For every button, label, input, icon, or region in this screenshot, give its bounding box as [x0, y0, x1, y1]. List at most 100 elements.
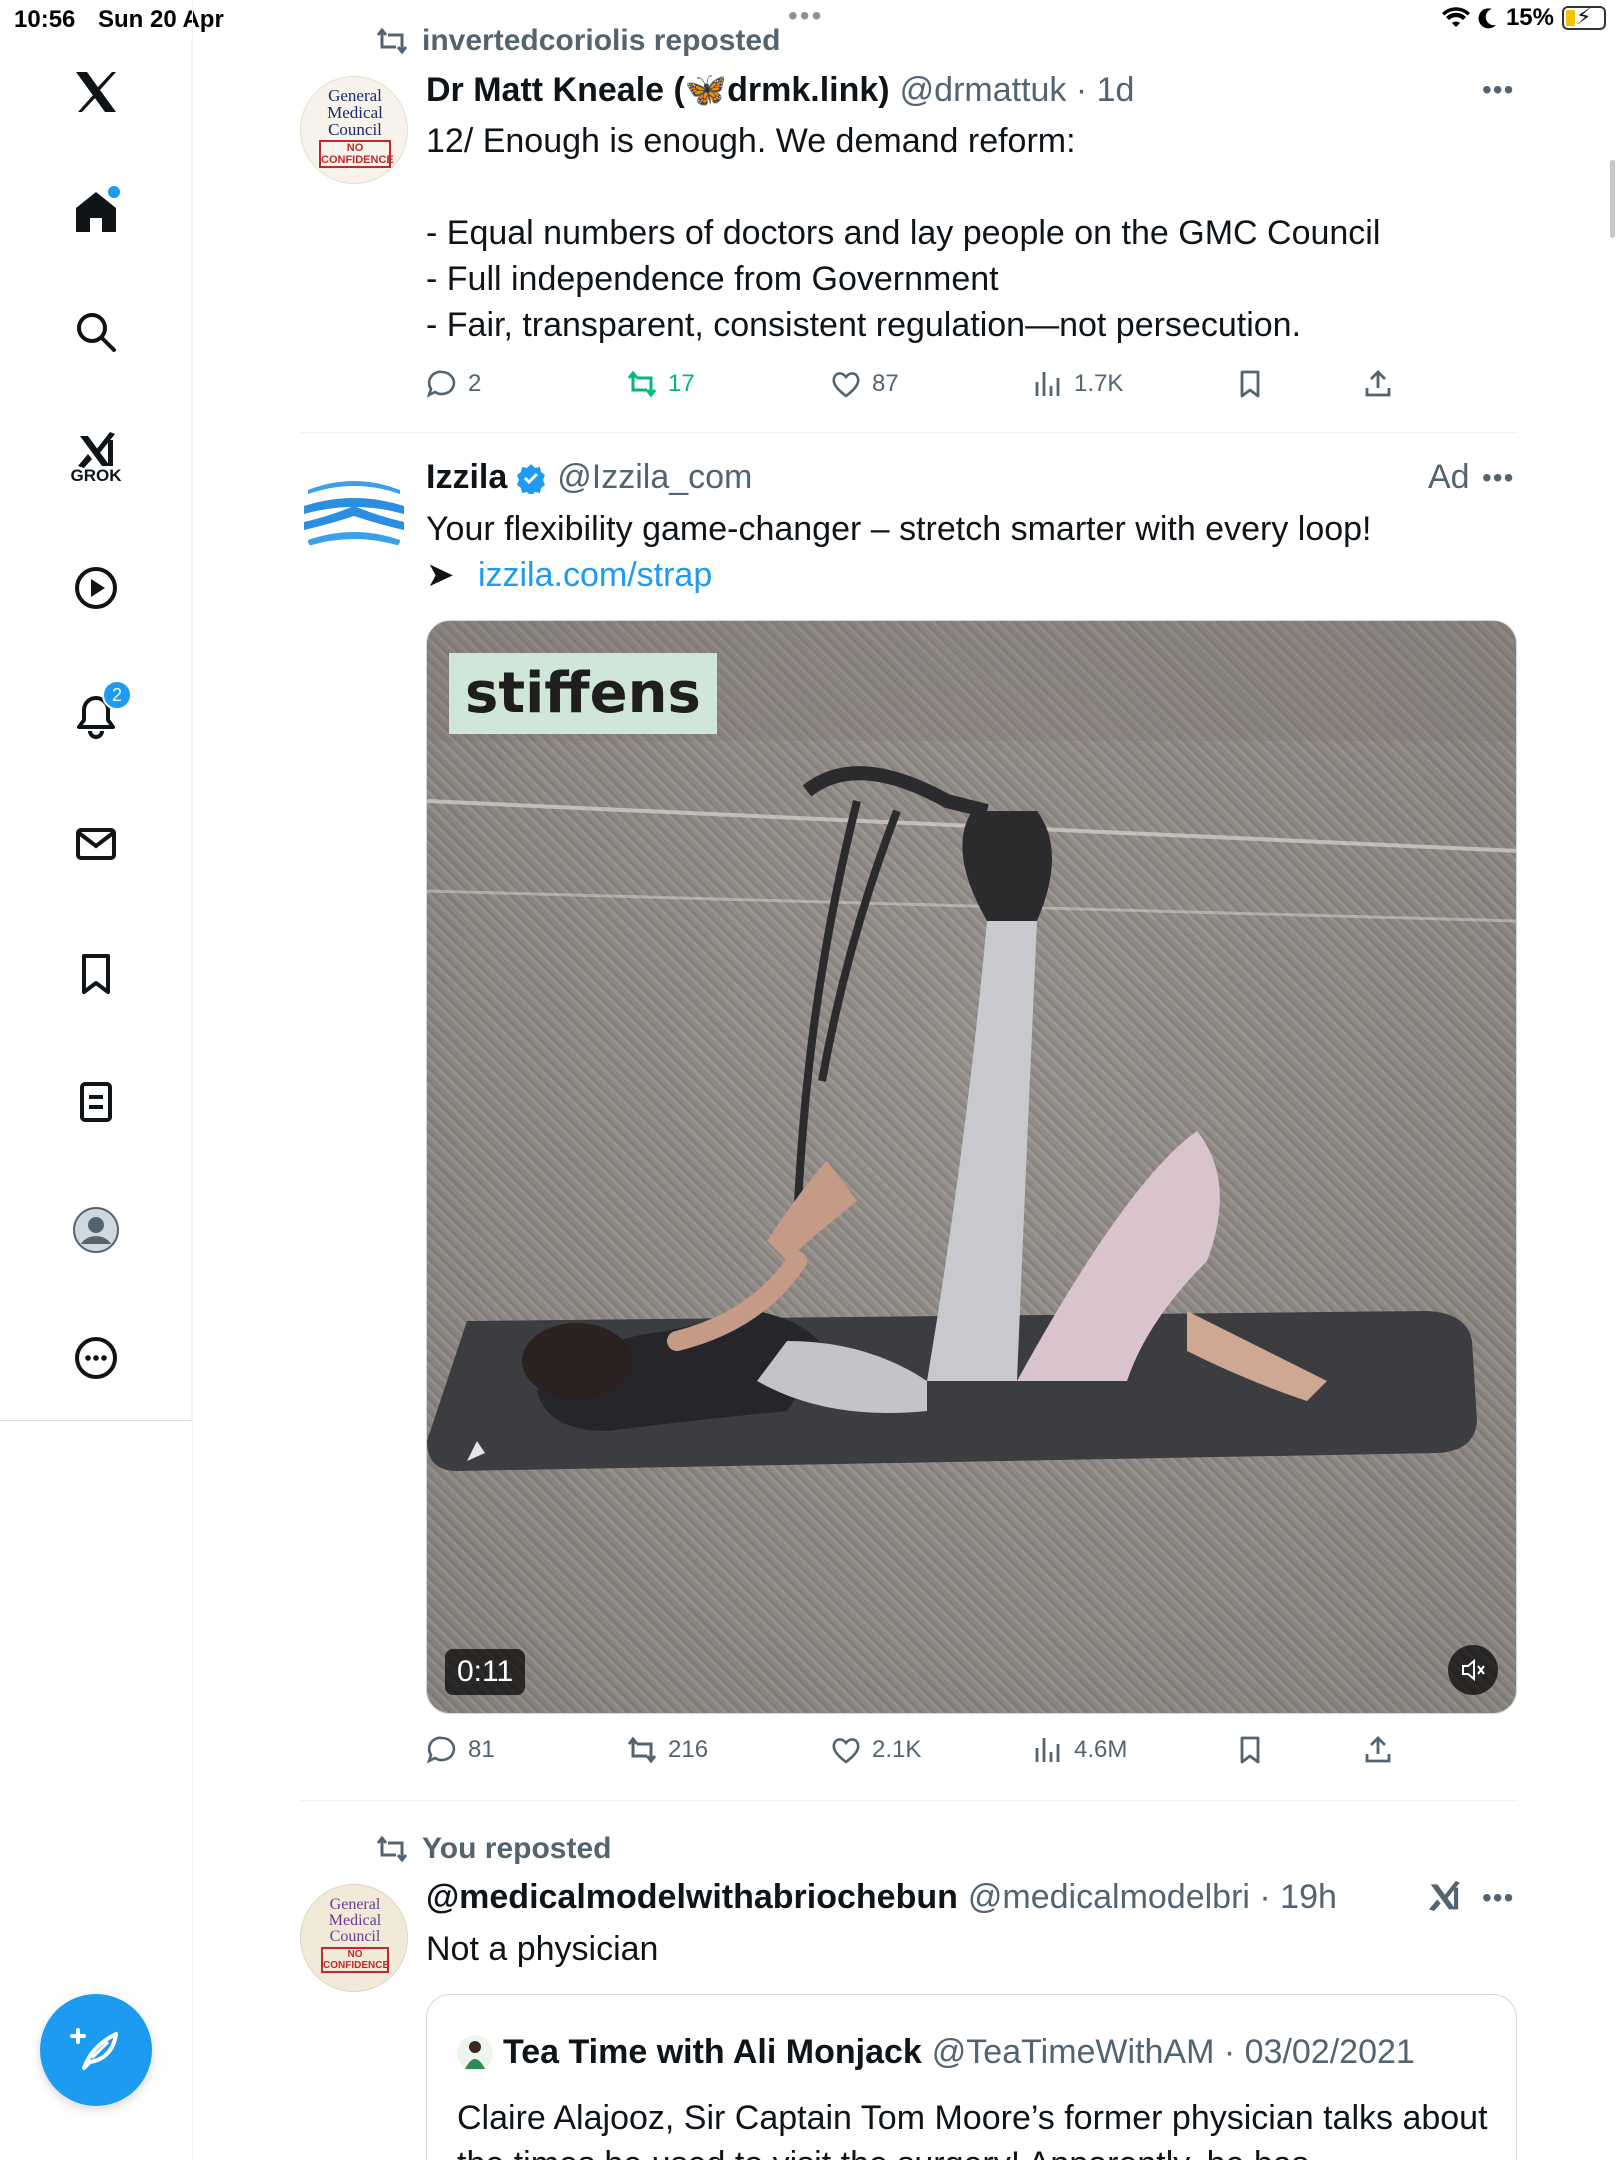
izzila-logo-icon: [300, 460, 408, 568]
views-icon: [1035, 1738, 1060, 1762]
avatar-text: Medical: [327, 103, 383, 122]
mute-icon: [1462, 1658, 1485, 1682]
status-bar: 10:56 Sun 20 Apr ••• 15% ⚡: [0, 0, 1620, 40]
compose-icon: [70, 2028, 118, 2070]
sidebar-divider: [192, 0, 193, 2160]
reply-count: 81: [468, 1736, 495, 1763]
nav-lists[interactable]: [66, 1072, 126, 1132]
avatar-text: Council: [328, 120, 382, 139]
link-arrow: ➤: [426, 556, 455, 594]
quote-header: Tea Time with Ali Monjack @TeaTimeWithAM…: [457, 2033, 1415, 2072]
repost-icon: [627, 1736, 657, 1764]
repost-indicator: invertedcoriolis reposted: [376, 24, 780, 58]
quote-card[interactable]: Tea Time with Ali Monjack @TeaTimeWithAM…: [426, 1994, 1517, 2160]
repost-button[interactable]: 216: [626, 1734, 708, 1766]
views-button[interactable]: 1.7K: [1032, 368, 1123, 400]
avatar[interactable]: [300, 460, 408, 568]
quote-author-name[interactable]: Tea Time with Ali Monjack: [503, 2033, 922, 2072]
author-name[interactable]: Izzila: [426, 458, 507, 497]
wifi-icon: [1441, 7, 1470, 28]
battery-percent: 15%: [1505, 4, 1554, 31]
reply-button[interactable]: 2: [426, 368, 481, 400]
compose-button[interactable]: [40, 1994, 152, 2106]
author-name[interactable]: @medicalmodelwithabriochebun: [426, 1878, 958, 1917]
author-handle[interactable]: @Izzila_com: [557, 458, 752, 497]
like-button[interactable]: 87: [830, 368, 899, 400]
bookmark-icon: [1240, 370, 1260, 398]
quote-avatar[interactable]: [457, 2034, 493, 2071]
reply-count: 2: [468, 370, 482, 397]
share-icon: [1365, 370, 1391, 397]
ad-label: Ad: [1428, 458, 1470, 496]
post-header: Dr Matt Kneale (🦋drmk.link) @drmattuk · …: [426, 70, 1134, 110]
view-count: 4.6M: [1074, 1736, 1128, 1763]
repost-label[interactable]: invertedcoriolis reposted: [422, 24, 780, 58]
nav-search[interactable]: [66, 302, 126, 362]
avatar-stamp-text: NO: [346, 142, 364, 154]
share-button[interactable]: [1362, 368, 1394, 400]
reply-icon: [426, 370, 456, 398]
repost-icon: [376, 1835, 408, 1863]
share-button[interactable]: [1362, 1734, 1394, 1766]
video-duration: 0:11: [445, 1649, 526, 1695]
avatar[interactable]: General Medical Council NO CONFIDENCE: [300, 76, 408, 184]
multitasking-dots-icon[interactable]: •••: [788, 0, 823, 32]
quote-author-handle[interactable]: @TeaTimeWithAM · 03/02/2021: [932, 2033, 1415, 2072]
status-indicators: 15% ⚡: [1441, 4, 1606, 32]
views-button[interactable]: 4.6M: [1032, 1734, 1127, 1766]
post-header: Izzila @Izzila_com: [426, 458, 752, 497]
avatar-text: Council: [329, 1928, 381, 1945]
repost-button[interactable]: 17: [626, 368, 695, 400]
bookmark-button[interactable]: [1234, 1734, 1266, 1766]
share-icon: [1365, 1736, 1391, 1763]
video-player[interactable]: stiffens 0:11: [426, 620, 1517, 1714]
x-logo-icon[interactable]: [66, 62, 126, 122]
avatar[interactable]: General Medical Council NO CONFIDENCE: [300, 1884, 408, 1992]
reply-button[interactable]: 81: [426, 1734, 495, 1766]
repost-count: 17: [668, 370, 695, 397]
search-icon: [77, 313, 116, 352]
scrollbar[interactable]: [1610, 160, 1615, 238]
grok-label: GROK: [70, 466, 122, 485]
avatar-stamp-text: CONFIDENCE: [321, 154, 394, 166]
post-link-row: ➤ izzila.com/strap: [426, 552, 712, 598]
view-count: 1.7K: [1074, 370, 1124, 397]
post-link[interactable]: izzila.com/strap: [478, 556, 712, 594]
nav-home[interactable]: [66, 182, 126, 242]
moon-icon: [1478, 8, 1496, 29]
video-icon: [75, 567, 117, 609]
more-icon: [75, 1337, 117, 1379]
nav-bookmarks[interactable]: [66, 944, 126, 1004]
post-text: Not a physician: [426, 1930, 659, 1968]
mute-button[interactable]: [1448, 1645, 1498, 1695]
nav-grok[interactable]: GROK: [66, 420, 126, 485]
nav-video[interactable]: [66, 558, 126, 618]
battery-icon: ⚡: [1562, 4, 1606, 30]
post-text: 12/ Enough is enough. We demand reform: …: [426, 122, 1381, 344]
lists-icon: [80, 1082, 112, 1122]
nav-more[interactable]: [66, 1328, 126, 1388]
nav-profile[interactable]: [66, 1200, 126, 1260]
author-name[interactable]: Dr Matt Kneale (🦋drmk.link): [426, 70, 890, 110]
bookmark-button[interactable]: [1234, 368, 1266, 400]
author-handle[interactable]: @medicalmodelbri · 19h: [968, 1878, 1337, 1917]
views-icon: [1035, 372, 1060, 396]
like-icon: [832, 1738, 860, 1764]
post-header: @medicalmodelwithabriochebun @medicalmod…: [426, 1878, 1337, 1917]
profile-icon: [73, 1207, 119, 1253]
repost-label[interactable]: You reposted: [422, 1832, 611, 1866]
post-more-button[interactable]: •••: [1482, 1882, 1514, 1914]
nav-notifications[interactable]: 2: [66, 680, 132, 746]
avatar-text: General: [328, 86, 382, 105]
like-button[interactable]: 2.1K: [830, 1734, 921, 1766]
grok-post-button[interactable]: [1424, 1876, 1464, 1921]
post-more-button[interactable]: •••: [1482, 74, 1514, 106]
home-unread-dot: [108, 186, 120, 198]
repost-icon: [627, 370, 657, 398]
author-handle[interactable]: @drmattuk · 1d: [900, 71, 1135, 110]
nav-messages[interactable]: [66, 814, 126, 874]
avatar-text: General: [329, 1896, 381, 1913]
post-more-button[interactable]: •••: [1482, 462, 1514, 494]
quote-text: Claire Alajooz, Sir Captain Tom Moore’s …: [457, 2099, 1488, 2160]
like-count: 2.1K: [872, 1736, 922, 1763]
